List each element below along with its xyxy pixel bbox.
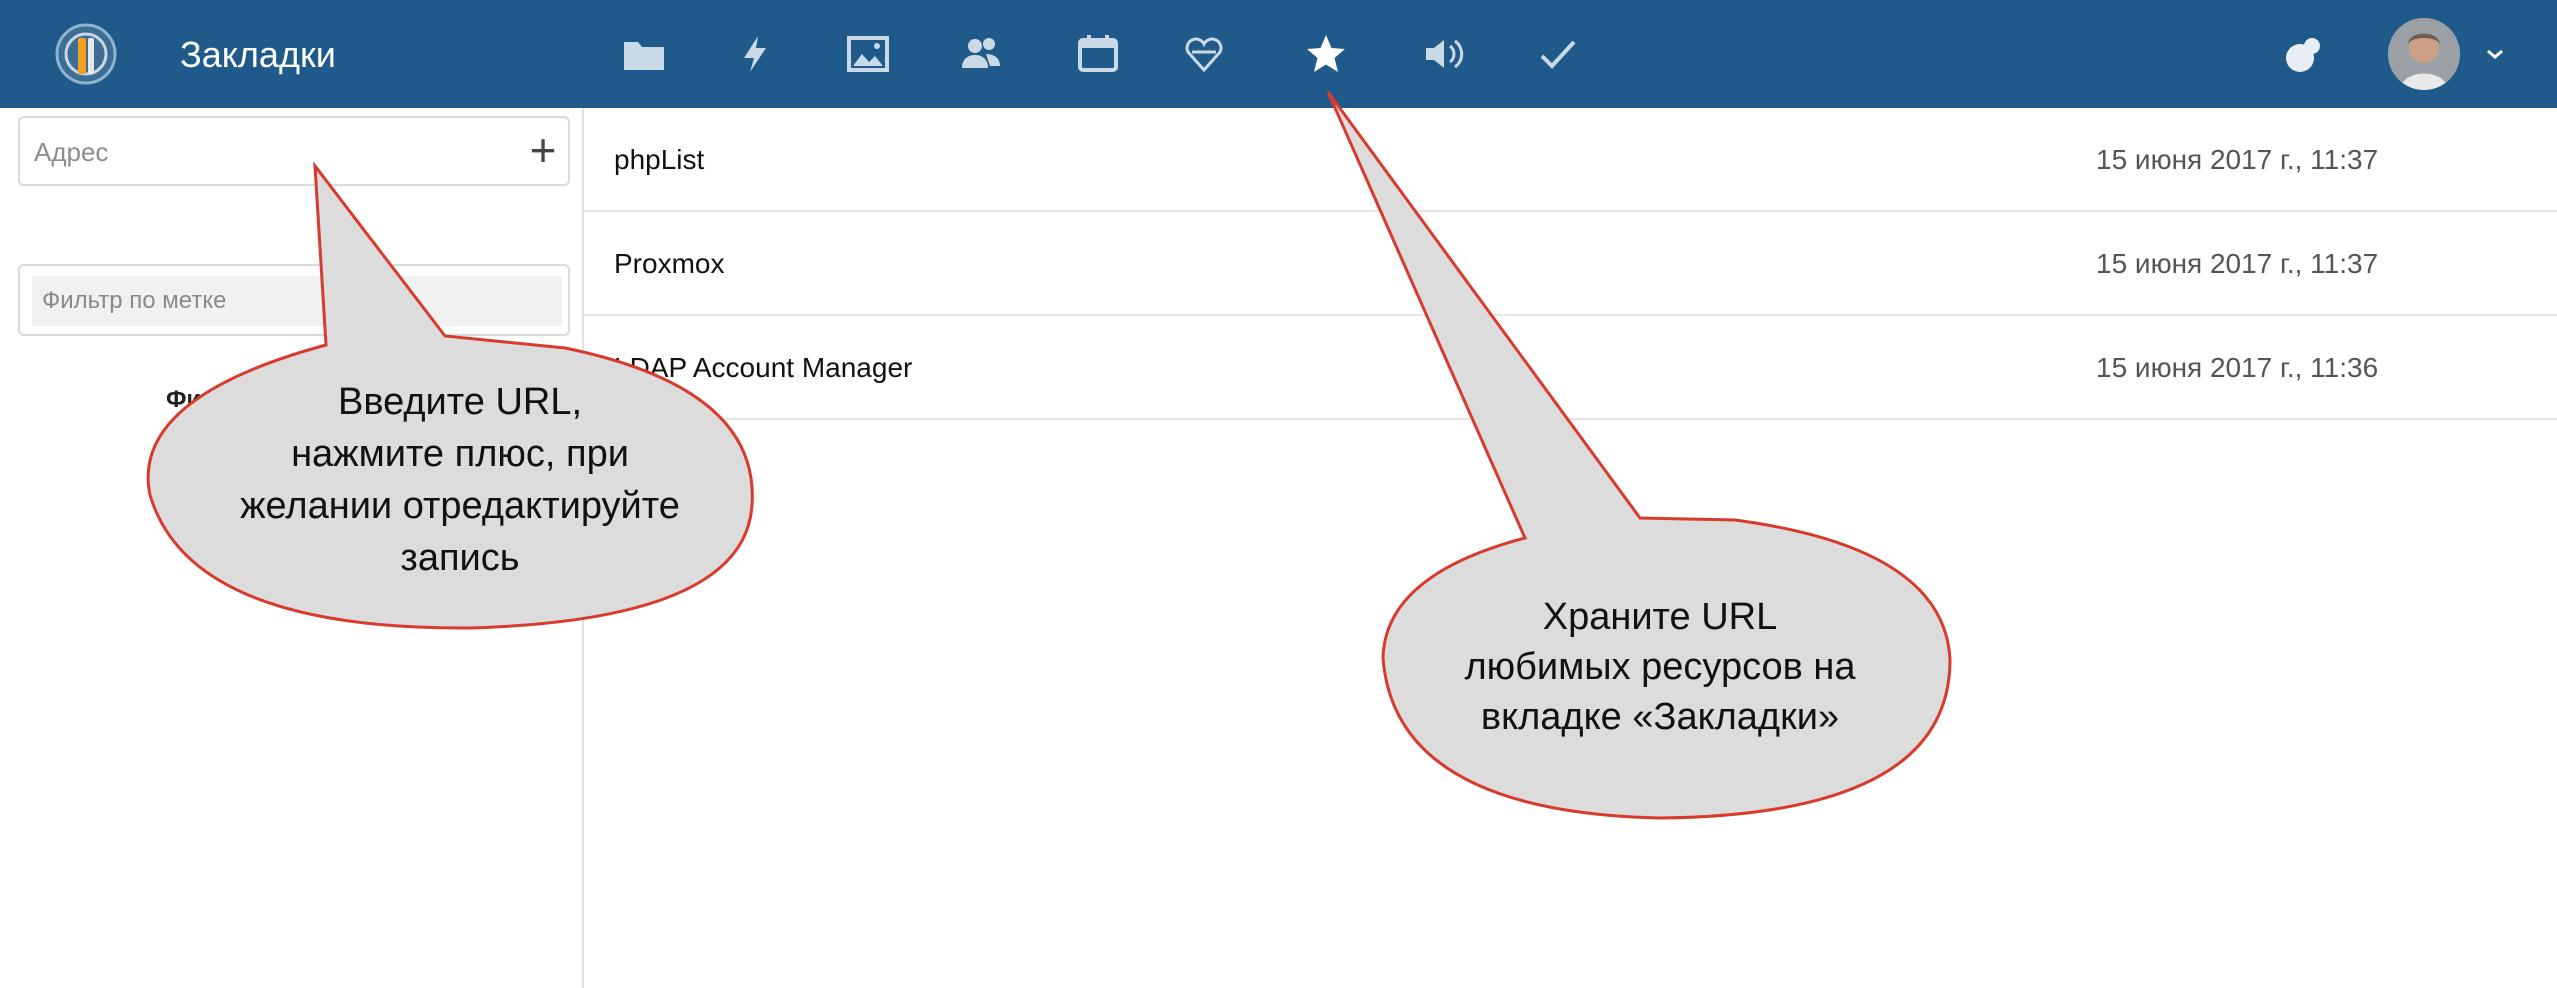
callout-line: Храните URL (1542, 596, 1778, 638)
callout-line: любимых ресурсов на (1464, 646, 1856, 688)
chat-icon[interactable] (2280, 34, 2324, 76)
star-icon[interactable] (1302, 32, 1350, 76)
heart-icon[interactable] (1180, 32, 1228, 76)
bookmark-date: 15 июня 2017 г., 11:37 (2096, 248, 2379, 279)
app-logo-icon[interactable] (54, 22, 118, 86)
address-input[interactable] (24, 124, 516, 180)
speaker-icon[interactable] (1420, 32, 1468, 76)
contacts-icon[interactable] (958, 32, 1006, 76)
list-item[interactable]: phpList 15 июня 2017 г., 11:37 (584, 108, 2557, 212)
callout-line: нажмите плюс, при (291, 433, 629, 475)
address-field: + (18, 116, 570, 186)
top-bar: Закладки (0, 0, 2557, 108)
bookmark-date: 15 июня 2017 г., 11:36 (2096, 352, 2379, 383)
bookmark-date: 15 июня 2017 г., 11:37 (2096, 144, 2379, 175)
callout-line: желании отредактируйте (240, 485, 680, 527)
right-callout-text: Храните URL любимых ресурсов на вкладке … (1380, 592, 1940, 742)
bookmark-list: phpList 15 июня 2017 г., 11:37 Proxmox 1… (584, 108, 2557, 420)
app-title: Закладки (180, 34, 336, 75)
image-icon[interactable] (844, 32, 892, 76)
list-item[interactable]: LDAP Account Manager 15 июня 2017 г., 11… (584, 316, 2557, 420)
list-item[interactable]: Proxmox 15 июня 2017 г., 11:37 (584, 212, 2557, 316)
left-callout-text: Введите URL, нажмите плюс, при желании о… (160, 376, 760, 584)
tag-filter-field (18, 264, 570, 336)
avatar[interactable] (2388, 18, 2460, 90)
callout-line: запись (400, 537, 520, 579)
callout-line: Введите URL, (337, 381, 583, 423)
callout-line: вкладке «Закладки» (1480, 696, 1840, 738)
lightning-icon[interactable] (730, 32, 778, 76)
bookmark-title[interactable]: phpList (614, 144, 704, 176)
tag-filter-input[interactable] (32, 276, 562, 326)
chevron-down-icon[interactable] (2484, 46, 2506, 62)
add-bookmark-button[interactable]: + (520, 120, 566, 180)
calendar-icon[interactable] (1074, 32, 1122, 76)
check-icon[interactable] (1534, 32, 1582, 76)
folder-icon[interactable] (620, 32, 668, 76)
bookmark-title[interactable]: Proxmox (614, 248, 724, 280)
